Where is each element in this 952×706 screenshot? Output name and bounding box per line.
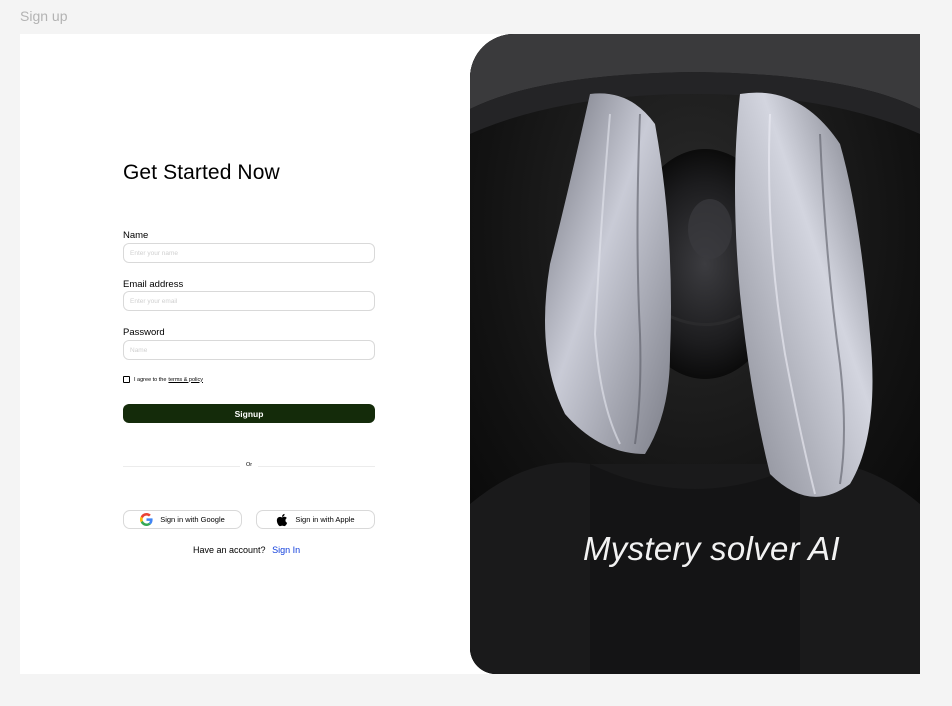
frame-label: Sign up: [20, 8, 68, 24]
google-signin-button[interactable]: Sign in with Google: [123, 510, 242, 529]
signup-form: Get Started Now Name Email address Passw…: [123, 34, 377, 674]
signup-canvas: Get Started Now Name Email address Passw…: [20, 34, 920, 674]
password-input[interactable]: [123, 340, 375, 360]
account-text: Have an account?: [193, 545, 266, 555]
password-label: Password: [123, 327, 165, 338]
hero-image-panel: Mystery solver AI: [470, 34, 920, 674]
hero-tagline: Mystery solver AI: [583, 530, 840, 567]
terms-checkbox[interactable]: [123, 376, 130, 383]
signin-link[interactable]: Sign In: [272, 545, 300, 555]
terms-agreement: I agree to the terms & policy: [123, 376, 203, 383]
apple-signin-label: Sign in with Apple: [295, 515, 355, 524]
account-prompt: Have an account? Sign In: [193, 545, 300, 555]
divider-right: [258, 466, 375, 467]
google-icon: [140, 513, 153, 526]
apple-signin-button[interactable]: Sign in with Apple: [256, 510, 375, 529]
signup-button[interactable]: Signup: [123, 404, 375, 423]
name-label: Name: [123, 230, 149, 241]
divider-left: [123, 466, 240, 467]
email-label: Email address: [123, 279, 184, 290]
email-input[interactable]: [123, 291, 375, 311]
google-signin-label: Sign in with Google: [160, 515, 225, 524]
page-title: Get Started Now: [123, 161, 280, 184]
divider-text: Or: [246, 462, 253, 468]
name-input[interactable]: [123, 243, 375, 263]
terms-policy-link[interactable]: terms & policy: [168, 377, 203, 383]
agree-text: I agree to the: [134, 376, 167, 383]
hooded-figure-image: [470, 34, 920, 674]
apple-icon: [276, 513, 288, 527]
